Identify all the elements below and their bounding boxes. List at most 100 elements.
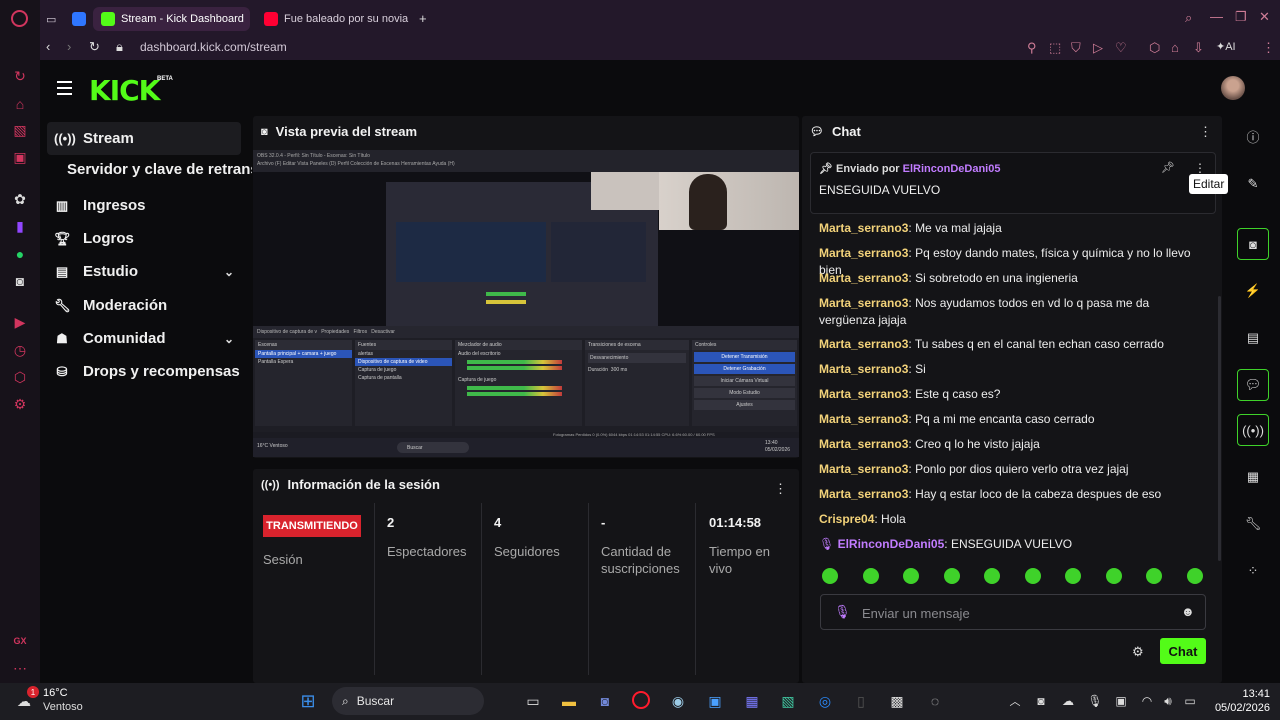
emote-button[interactable] [984, 568, 1000, 584]
player-icon[interactable]: ▶ [11, 313, 29, 331]
info-icon[interactable]: ⓘ [1237, 120, 1269, 152]
chevron-down-icon[interactable]: ⌄ [224, 332, 234, 346]
weather-temp[interactable]: 16°C [43, 687, 68, 699]
reload-icon[interactable]: ↻ [89, 39, 100, 55]
chat-username[interactable]: Marta_serrano3 [819, 487, 908, 501]
extensions-icon[interactable]: ⬡ [11, 368, 29, 386]
chat-username[interactable]: Marta_serrano3 [819, 271, 908, 285]
sidebar-item-estudio[interactable]: ▤ Estudio ⌄ [47, 255, 241, 288]
sidebar-item-comunidad[interactable]: ☗ Comunidad ⌄ [47, 322, 241, 355]
maximize-icon[interactable]: ❐ [1235, 9, 1247, 25]
broadcast-toggle-icon[interactable]: ((•)) [1237, 414, 1269, 446]
emote-button[interactable] [903, 568, 919, 584]
sidebar-item-stream[interactable]: ((•)) Stream [47, 122, 241, 155]
file-explorer-icon[interactable]: ▬ [559, 691, 579, 711]
tab-kick-pinned[interactable] [68, 7, 90, 31]
media-icon[interactable]: ▦ [1237, 461, 1269, 493]
tab-stream-dashboard[interactable]: Stream - Kick Dashboard [93, 7, 250, 31]
mouse-icon[interactable]: ▯ [851, 691, 871, 711]
user-avatar[interactable] [1221, 76, 1245, 100]
sidebar-item-moderacion[interactable]: 🔧︎ Moderación [47, 289, 241, 322]
chat-more-icon[interactable]: ⋮ [1199, 124, 1212, 140]
play-icon[interactable]: ▷ [1093, 40, 1103, 56]
more-icon[interactable]: ⋯ [11, 659, 29, 677]
workspace-icon[interactable]: ▧ [11, 121, 29, 139]
windows-start-icon[interactable]: ⊞ [298, 691, 318, 711]
microphone-icon[interactable]: 🎙︎ [834, 604, 851, 620]
discord-icon[interactable]: ◙ [11, 272, 29, 290]
weather-desc[interactable]: Ventoso [43, 701, 83, 713]
gx-corner-icon[interactable]: ▣ [11, 148, 29, 166]
wifi-icon[interactable]: ◠ [1137, 691, 1157, 711]
new-tab-icon[interactable]: + [419, 11, 427, 26]
chat-username[interactable]: Marta_serrano3 [819, 462, 908, 476]
opera-logo-icon[interactable] [11, 10, 28, 27]
aria-icon[interactable]: ↻ [11, 67, 29, 85]
vpn-shield-icon[interactable]: ⛉ [1071, 40, 1081, 56]
chat-scrollbar[interactable] [1218, 296, 1221, 561]
editor-icon[interactable]: ▧ [778, 691, 798, 711]
chat-username[interactable]: ElRinconDeDani05 [838, 537, 945, 551]
sidebar-item-logros[interactable]: 🏆︎ Logros [47, 222, 241, 255]
forward-icon[interactable]: › [67, 39, 71, 54]
chat-username[interactable]: Crispre04 [819, 512, 874, 526]
task-view-icon[interactable]: ▭ [523, 691, 543, 711]
back-icon[interactable]: ‹ [46, 39, 50, 54]
tray-mic-icon[interactable]: 🎙︎ [1085, 691, 1105, 711]
pinned-more-icon[interactable]: ⋮ [1194, 161, 1206, 175]
emoji-icon[interactable]: ☻ [1181, 604, 1195, 619]
unpin-icon[interactable]: 📌︎ [1161, 161, 1175, 174]
chatgpt-icon[interactable]: ✿ [11, 190, 29, 208]
sidebar-item-ingresos[interactable]: ▥ Ingresos [47, 189, 241, 222]
volume-icon[interactable]: 🔊︎ [1158, 691, 1178, 711]
search-icon[interactable]: ⌕ [1185, 10, 1192, 26]
chat-username[interactable]: Marta_serrano3 [819, 387, 908, 401]
app-icon[interactable]: ▦ [742, 691, 762, 711]
tab-menu-icon[interactable]: ▭ [42, 7, 64, 31]
tray-chevron-icon[interactable]: ︿ [1005, 691, 1025, 711]
stream-preview-video[interactable]: OBS 32.0.4 - Perfil: Sin Título - Escena… [253, 150, 799, 457]
user-icon[interactable]: ⌂ [1171, 40, 1179, 55]
opera-gx-icon[interactable] [632, 691, 650, 709]
apps-icon[interactable]: ⁘ [1237, 555, 1269, 587]
menu-icon[interactable]: ⋮ [1262, 40, 1275, 56]
twitch-icon[interactable]: ▮ [11, 217, 29, 235]
pinned-user[interactable]: ElRinconDeDani05 [903, 163, 1001, 175]
taskbar-clock[interactable]: 13:41 05/02/2026 [1215, 687, 1270, 715]
notes-icon[interactable]: ▤ [1237, 322, 1269, 354]
pin-icon[interactable]: ⚲ [1027, 40, 1037, 56]
crypto-wallet-icon[interactable]: ⌂ [11, 95, 29, 113]
chat-toggle-icon[interactable]: 💬︎ [1237, 369, 1269, 401]
activity-icon[interactable]: ⚡ [1237, 275, 1269, 307]
emote-button[interactable] [1186, 568, 1203, 584]
chat-username[interactable]: Marta_serrano3 [819, 296, 908, 310]
sidebar-subitem-stream-key[interactable]: Servidor y clave de retransmisión [67, 161, 252, 178]
chat-username[interactable]: Marta_serrano3 [819, 437, 908, 451]
emote-button[interactable] [1105, 568, 1122, 584]
session-more-icon[interactable]: ⋮ [774, 481, 787, 497]
sidebar-item-drops[interactable]: ⛁ Drops y recompensas [47, 355, 241, 388]
emote-button[interactable] [1065, 568, 1081, 584]
heart-icon[interactable]: ♡ [1115, 40, 1127, 56]
chat-username[interactable]: Marta_serrano3 [819, 246, 908, 260]
store-icon[interactable]: ▣ [705, 691, 725, 711]
tools-icon[interactable]: 🔧︎ [1237, 508, 1269, 540]
tray-discord-icon[interactable]: ◙ [1031, 691, 1051, 711]
tray-cloud-icon[interactable]: ☁ [1058, 691, 1078, 711]
battery-icon[interactable]: ▭ [1180, 691, 1200, 711]
close-icon[interactable]: ✕ [1259, 9, 1270, 25]
hamburger-menu-icon[interactable] [57, 81, 72, 95]
kick-logo[interactable]: KICK [89, 74, 160, 107]
download-icon[interactable]: ⇩ [1193, 40, 1204, 56]
emote-button[interactable] [943, 568, 960, 584]
emote-button[interactable] [862, 568, 879, 584]
settings-icon[interactable]: ⚙ [11, 395, 29, 413]
chat-input[interactable]: 🎙︎ Enviar un mensaje ☻ [820, 594, 1206, 630]
chat-username[interactable]: Marta_serrano3 [819, 337, 908, 351]
steam-icon[interactable]: ◉ [668, 691, 688, 711]
minimize-icon[interactable]: — [1210, 9, 1223, 24]
url-field[interactable]: dashboard.kick.com/stream [140, 40, 287, 54]
recording-icon[interactable]: ◌ [925, 691, 945, 711]
discord-icon[interactable]: ◙ [595, 691, 615, 711]
taskbar-search[interactable]: ⌕ Buscar [332, 687, 484, 715]
